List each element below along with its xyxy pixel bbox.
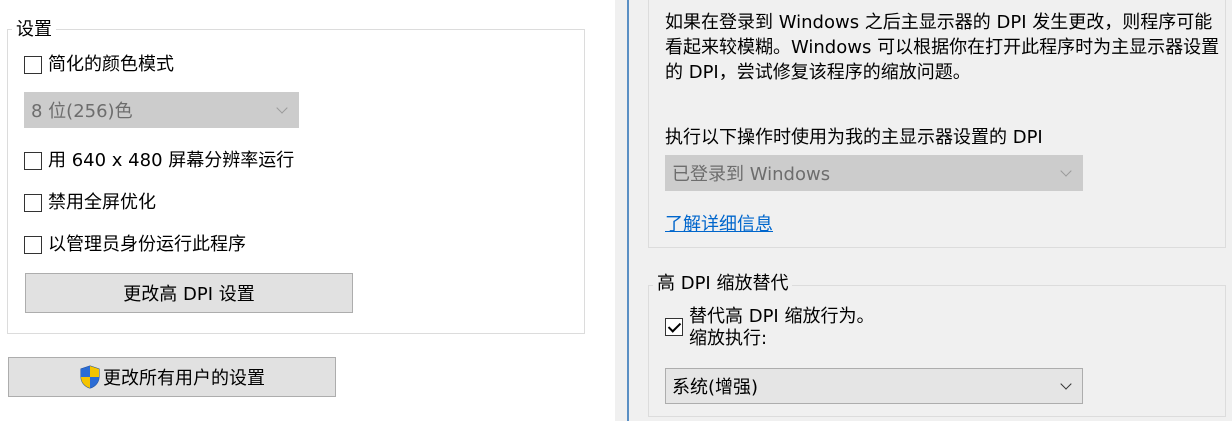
dpi-override-group-title: 高 DPI 缩放替代: [653, 273, 793, 295]
dpi-trigger-value: 已登录到 Windows: [672, 164, 831, 185]
reduced-color-mode-label: 简化的颜色模式: [48, 54, 174, 75]
dpi-description-line3: 的 DPI，尝试修复该程序的缩放问题。: [665, 62, 971, 83]
use-dpi-label: 执行以下操作时使用为我的主显示器设置的 DPI: [665, 127, 1043, 148]
change-high-dpi-settings-button[interactable]: 更改高 DPI 设置: [25, 273, 353, 313]
window-edge: [627, 0, 629, 421]
dpi-description: 如果在登录到 Windows 之后主显示器的 DPI 发生更改，则程序可能 看起…: [665, 10, 1225, 85]
run-640x480-label: 用 640 x 480 屏幕分辨率运行: [48, 150, 295, 171]
chevron-down-icon: [276, 102, 288, 114]
scaling-performed-by-label: 缩放执行:: [689, 328, 768, 349]
run-as-admin-box[interactable]: [24, 236, 42, 254]
disable-fullscreen-optimizations-label: 禁用全屏优化: [48, 192, 156, 213]
run-as-admin-label: 以管理员身份运行此程序: [48, 234, 246, 255]
chevron-down-icon: [1060, 378, 1072, 390]
run-640x480-box[interactable]: [24, 152, 42, 170]
scaling-performed-by-select[interactable]: 系统(增强): [665, 368, 1083, 404]
reduced-color-mode-checkbox[interactable]: 简化的颜色模式: [24, 53, 174, 77]
run-640x480-checkbox[interactable]: 用 640 x 480 屏幕分辨率运行: [24, 149, 294, 173]
uac-shield-icon: [80, 365, 100, 389]
override-dpi-scaling-box[interactable]: [665, 318, 683, 336]
override-dpi-scaling-checkbox[interactable]: 替代高 DPI 缩放行为。 缩放执行:: [665, 306, 875, 349]
dpi-trigger-select[interactable]: 已登录到 Windows: [665, 155, 1083, 191]
dpi-description-line2: 看起来较模糊。Windows 可以根据你在打开此程序时为主显示器设置: [665, 37, 1220, 58]
color-depth-value: 8 位(256)色: [31, 101, 133, 122]
chevron-down-icon: [1060, 165, 1072, 177]
change-all-users-settings-button[interactable]: 更改所有用户的设置: [8, 357, 336, 397]
color-depth-select[interactable]: 8 位(256)色: [24, 92, 299, 128]
change-high-dpi-settings-label: 更改高 DPI 设置: [123, 284, 255, 305]
run-as-admin-checkbox[interactable]: 以管理员身份运行此程序: [24, 233, 246, 257]
reduced-color-mode-box[interactable]: [24, 56, 42, 74]
disable-fullscreen-optimizations-box[interactable]: [24, 194, 42, 212]
scaling-performed-by-value: 系统(增强): [672, 377, 759, 398]
disable-fullscreen-optimizations-checkbox[interactable]: 禁用全屏优化: [24, 191, 156, 215]
change-all-users-settings-label: 更改所有用户的设置: [103, 368, 265, 389]
override-dpi-scaling-label: 替代高 DPI 缩放行为。: [689, 306, 875, 327]
settings-group-title: 设置: [12, 19, 56, 41]
learn-more-link[interactable]: 了解详细信息: [665, 210, 773, 236]
dpi-description-line1: 如果在登录到 Windows 之后主显示器的 DPI 发生更改，则程序可能: [665, 12, 1213, 33]
